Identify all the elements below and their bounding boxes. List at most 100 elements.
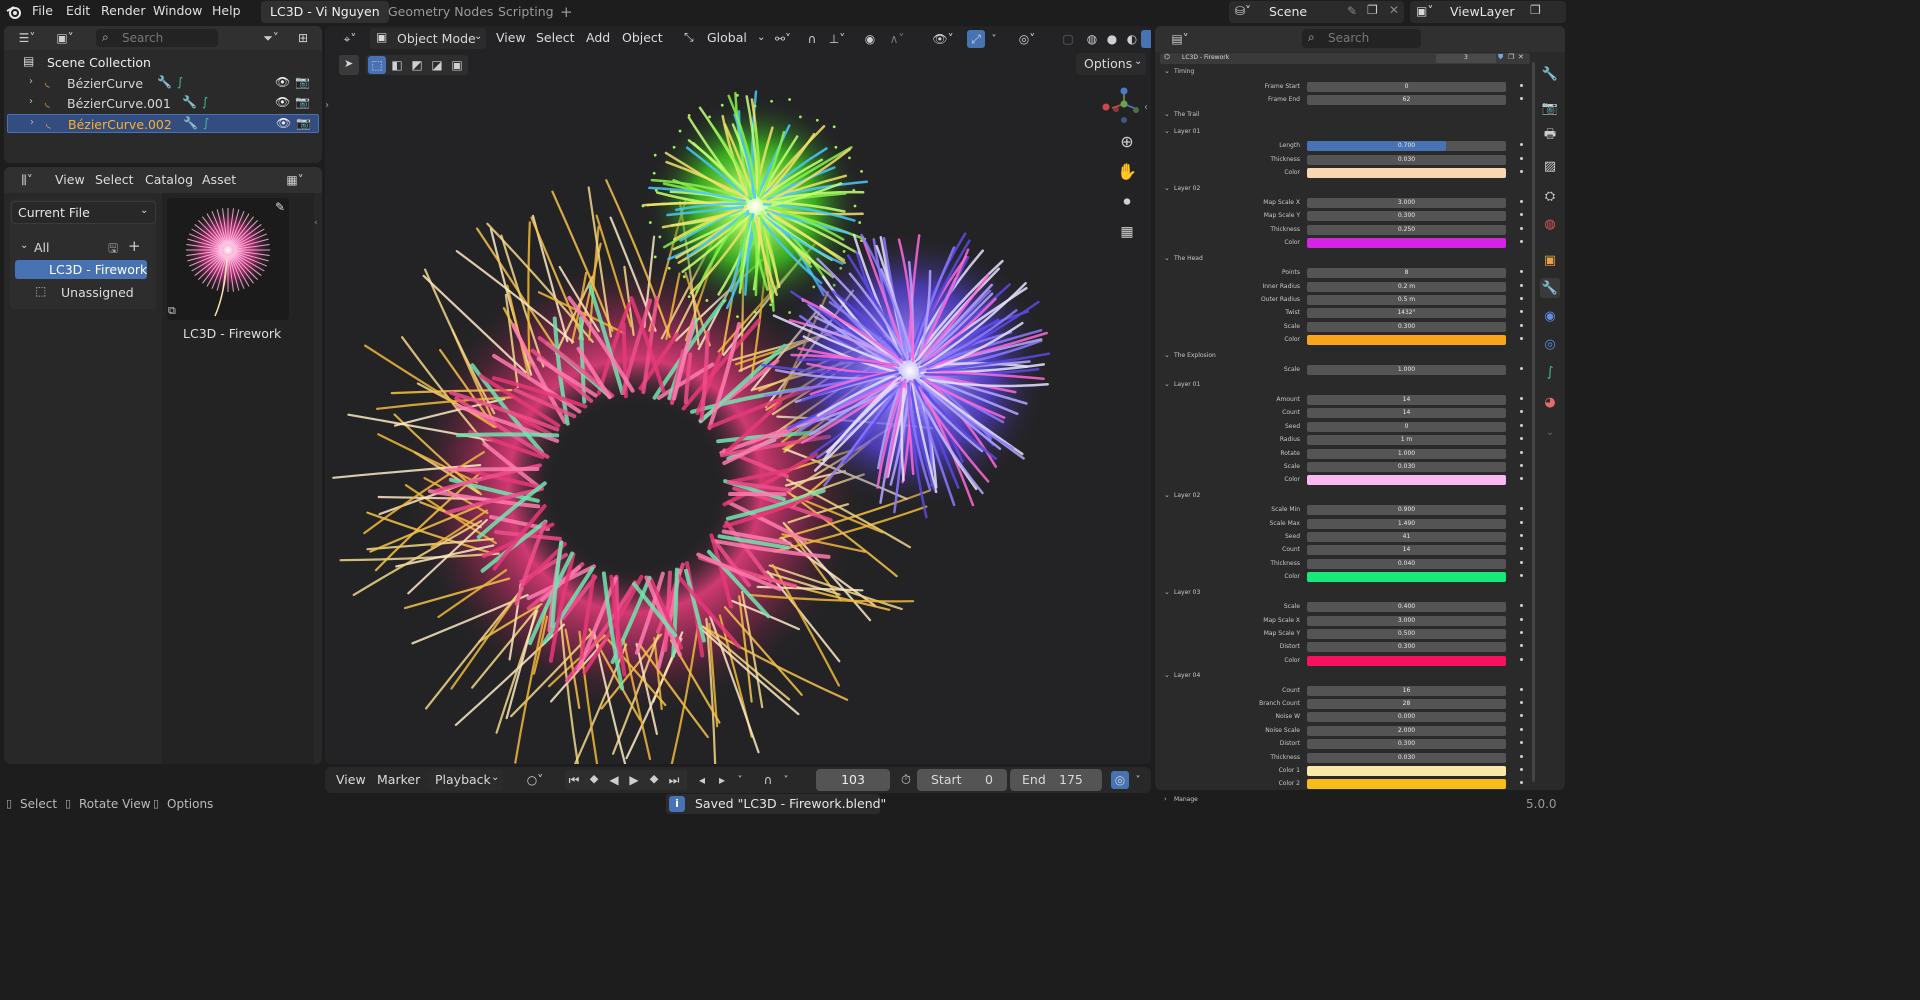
delete-scene-icon[interactable]: ✕ — [1389, 3, 1399, 17]
select-new-icon[interactable]: ⬚ — [368, 56, 386, 74]
edit-asset-icon[interactable]: ✎ — [275, 200, 285, 214]
keyframe-dot-icon[interactable] — [1520, 477, 1523, 481]
menu-help[interactable]: Help — [212, 3, 241, 18]
curve-data-icon[interactable]: ∫ — [202, 95, 208, 109]
keyframe-dot-icon[interactable] — [1520, 727, 1523, 731]
eye-icon[interactable]: 👁 — [275, 95, 290, 109]
camera-render-icon[interactable]: 📷 — [295, 75, 310, 89]
keyframe-dot-icon[interactable] — [1520, 423, 1523, 427]
new-collection-icon[interactable]: ⊞ — [294, 29, 312, 47]
current-frame-field[interactable]: 103 — [816, 769, 890, 791]
keyframe-dot-icon[interactable] — [1520, 226, 1523, 230]
timeline-menu-marker[interactable]: Marker — [377, 772, 420, 787]
timeline-view-icon[interactable]: ◎ — [1111, 771, 1129, 789]
view-layer-tab-icon[interactable]: ▨ — [1540, 156, 1560, 176]
prop-section-header[interactable]: ⌄ The Trail — [1160, 110, 1530, 122]
viewport-editor-type-icon[interactable]: ⌖˅ — [335, 30, 365, 48]
wireframe-shading-icon[interactable]: ◍ — [1083, 30, 1101, 48]
prop-value-field[interactable]: 0.030 — [1307, 752, 1506, 763]
modifier-header[interactable]: ⌬ LC3D - Firework 3 ⛊ ❐ ✕ — [1160, 53, 1530, 64]
outliner-item[interactable]: › ◟ BézierCurve 🔧 ∫ 👁 📷 — [7, 74, 319, 93]
prop-section-header[interactable]: › Manage — [1160, 795, 1530, 807]
collapse-region-icon[interactable]: ‹ — [314, 218, 318, 228]
outliner-row-scene-collection[interactable]: ▤ Scene Collection — [7, 53, 319, 72]
perspective-grid-icon[interactable]: ▦ — [1118, 223, 1136, 241]
falloff-icon[interactable]: ∧˅ — [883, 30, 911, 48]
prop-value-field[interactable]: 41 — [1307, 532, 1506, 542]
chevron-down-icon[interactable]: ˅ — [987, 30, 1001, 48]
properties-scrollbar[interactable] — [1532, 62, 1535, 782]
prop-value-field[interactable]: 0.300 — [1307, 739, 1506, 750]
outliner-search-input[interactable]: ⌕ Search — [96, 29, 218, 47]
prop-value-field[interactable]: 0.300 — [1307, 642, 1506, 653]
filter-icon[interactable]: ⏷˅ — [256, 29, 286, 47]
viewport-3d[interactable] — [325, 26, 1151, 764]
keyframe-dot-icon[interactable] — [1520, 604, 1523, 608]
keyframe-dot-icon[interactable] — [1520, 96, 1523, 100]
keyframe-dot-icon[interactable] — [1520, 741, 1523, 745]
prop-value-field[interactable]: 8 — [1307, 268, 1506, 279]
keyframe-dot-icon[interactable] — [1520, 283, 1523, 287]
prop-value-field[interactable]: 0.030 — [1307, 461, 1506, 472]
tab-lc3d[interactable]: LC3D - Vi Nguyen — [261, 1, 389, 23]
gizmo-icon[interactable]: ⤢ — [967, 30, 985, 48]
play-reverse-icon[interactable]: ◀ — [605, 771, 623, 789]
xray-icon[interactable]: ▢ — [1059, 30, 1077, 48]
asset-thumbnail[interactable] — [167, 198, 289, 320]
keyframe-dot-icon[interactable] — [1520, 143, 1523, 147]
modifier-wrench-icon[interactable]: 🔧 — [157, 75, 172, 89]
prop-value-field[interactable]: 1 m — [1307, 435, 1506, 446]
menu-render[interactable]: Render — [101, 3, 146, 18]
prop-value-field[interactable]: 14 — [1307, 545, 1506, 556]
prop-value-field[interactable]: 1.490 — [1307, 518, 1506, 529]
color-swatch[interactable] — [1307, 655, 1506, 666]
navigation-gizmo[interactable] — [1098, 86, 1148, 128]
world-tab-icon[interactable]: ◍ — [1540, 214, 1560, 234]
prop-value-field[interactable]: 0.400 — [1307, 602, 1506, 613]
proportional-editing-icon[interactable]: ◉ — [861, 30, 879, 48]
camera-render-icon[interactable]: 📷 — [296, 116, 311, 130]
select-extend-icon[interactable]: ◧ — [388, 56, 406, 74]
keyframe-dot-icon[interactable] — [1520, 768, 1523, 771]
prop-section-header[interactable]: ⌄ The Explosion — [1160, 351, 1530, 363]
color-swatch[interactable] — [1307, 168, 1506, 179]
modifier-wrench-icon[interactable]: 🔧 — [182, 95, 197, 109]
keyframe-dot-icon[interactable] — [1520, 170, 1523, 174]
users-count-field[interactable]: 3 — [1436, 54, 1496, 63]
color-swatch[interactable] — [1307, 335, 1506, 346]
expand-arrow-icon[interactable]: › — [29, 96, 33, 107]
keyframe-dot-icon[interactable] — [1520, 547, 1523, 551]
prop-section-header[interactable]: ⌄ The Head — [1160, 254, 1530, 266]
keyframe-dot-icon[interactable] — [1520, 367, 1523, 370]
prop-section-header[interactable]: ⌄ Layer 02 — [1160, 184, 1530, 196]
prop-section-header[interactable]: ⌄ Layer 04 — [1160, 671, 1530, 683]
eye-icon[interactable]: 👁 — [275, 75, 290, 89]
scene-selector[interactable]: ⛁˅ Scene ✎ ❐ ✕ — [1229, 1, 1404, 23]
pin-icon[interactable]: ✎ — [1347, 4, 1357, 18]
prop-section-header[interactable]: ⌄ Timing — [1160, 67, 1530, 79]
next-keyframe-icon[interactable]: ⯁ — [645, 771, 663, 789]
keyframe-dot-icon[interactable] — [1520, 630, 1523, 634]
keyframe-dot-icon[interactable] — [1520, 270, 1523, 274]
particles-tab-icon[interactable]: ◉ — [1540, 306, 1560, 326]
outliner-item[interactable]: › ◟ BézierCurve.001 🔧 ∫ 👁 📷 — [7, 94, 319, 113]
expand-arrow-icon[interactable]: › — [30, 117, 34, 128]
keyframe-dot-icon[interactable] — [1520, 200, 1523, 203]
asset-menu-view[interactable]: View — [55, 172, 85, 187]
modifier-wrench-icon[interactable]: 🔧 — [183, 116, 198, 130]
color-swatch[interactable] — [1307, 572, 1506, 583]
keyframe-dot-icon[interactable] — [1520, 83, 1523, 87]
end-frame-field[interactable]: End 175 — [1010, 769, 1102, 791]
object-tab-icon[interactable]: ▣ — [1540, 250, 1560, 270]
prev-marker-icon[interactable]: ◂ — [693, 771, 711, 789]
asset-menu-select[interactable]: Select — [95, 172, 134, 187]
prop-value-field[interactable]: 0.000 — [1307, 712, 1506, 723]
display-grid-icon[interactable]: ▦˅ — [280, 171, 310, 189]
keyframe-dot-icon[interactable] — [1520, 714, 1523, 718]
keyframe-dot-icon[interactable] — [1520, 657, 1523, 661]
prop-value-field[interactable]: 14 — [1307, 394, 1506, 405]
keyframe-dot-icon[interactable] — [1520, 463, 1523, 467]
menu-file[interactable]: File — [32, 3, 53, 18]
catalog-item-unassigned[interactable]: ⬚ Unassigned — [15, 283, 147, 302]
prop-value-field[interactable]: 14 — [1307, 408, 1506, 419]
